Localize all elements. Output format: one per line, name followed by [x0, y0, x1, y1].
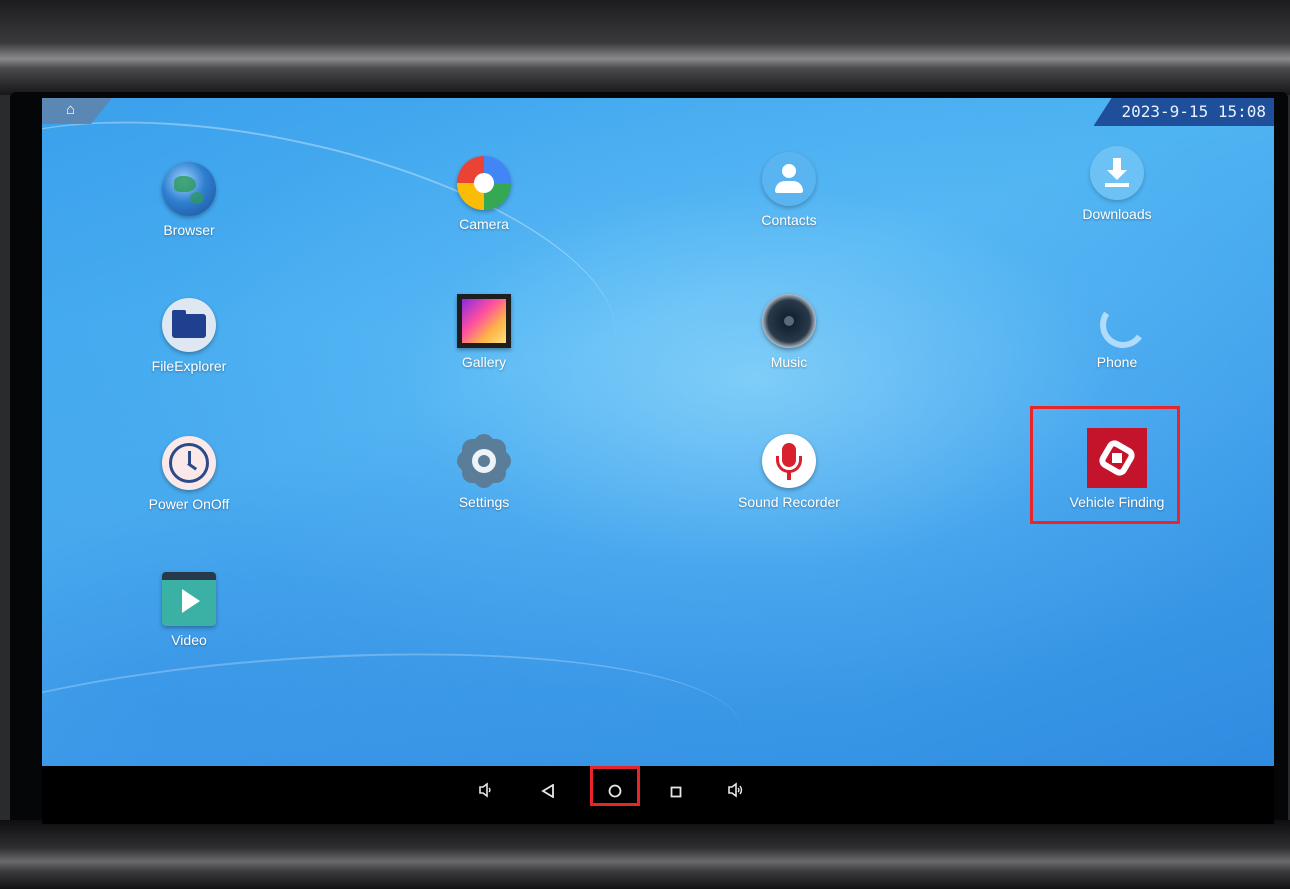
clock-icon: [162, 436, 216, 490]
app-label: Contacts: [761, 212, 817, 228]
app-sound-recorder[interactable]: Sound Recorder: [714, 434, 864, 510]
app-browser[interactable]: Browser: [114, 162, 264, 238]
picture-icon: [457, 294, 511, 348]
home-screen: ⌂ 2023-9-15 15:08 Browser Camera Contact…: [42, 98, 1274, 766]
volume-down-icon[interactable]: [468, 776, 504, 812]
navigation-bar: [42, 766, 1274, 824]
app-label: Phone: [1096, 354, 1138, 370]
play-icon: [162, 572, 216, 626]
status-clock: 2023-9-15 15:08: [1093, 98, 1274, 126]
app-power-onoff[interactable]: Power OnOff: [114, 436, 264, 512]
app-music[interactable]: Music: [714, 294, 864, 370]
app-settings[interactable]: Settings: [409, 429, 559, 510]
app-label: Gallery: [461, 354, 507, 370]
gear-icon: [452, 429, 516, 493]
home-icon: ⌂: [66, 101, 76, 118]
recents-icon[interactable]: [658, 776, 694, 812]
app-contacts[interactable]: Contacts: [714, 152, 864, 228]
highlight-box-home-button: [590, 766, 640, 806]
camera-shutter-icon: [457, 156, 511, 210]
speaker-icon: [762, 294, 816, 348]
app-video[interactable]: Video: [114, 572, 264, 648]
app-label: Video: [171, 632, 207, 648]
app-phone[interactable]: Phone: [1042, 294, 1192, 370]
app-label: Music: [770, 354, 808, 370]
app-camera[interactable]: Camera: [409, 156, 559, 232]
wallpaper-sweep: [42, 98, 642, 470]
contact-person-icon: [762, 152, 816, 206]
volume-up-icon[interactable]: [718, 776, 754, 812]
microphone-icon: [762, 434, 816, 488]
back-icon[interactable]: [530, 776, 566, 812]
app-label: Camera: [459, 216, 509, 232]
app-label: Settings: [458, 494, 510, 510]
app-downloads[interactable]: Downloads: [1042, 146, 1192, 222]
folder-icon: [162, 298, 216, 352]
download-arrow-icon: [1090, 146, 1144, 200]
device-bezel-top: [0, 0, 1290, 95]
app-label: Power OnOff: [148, 496, 230, 512]
phone-handset-icon: [1090, 294, 1150, 352]
highlight-box-vehicle-finding: [1030, 406, 1180, 524]
app-label: Downloads: [1082, 206, 1152, 222]
app-fileexplorer[interactable]: FileExplorer: [114, 298, 264, 374]
globe-icon: [162, 162, 216, 216]
app-gallery[interactable]: Gallery: [409, 294, 559, 370]
device-bezel-bottom: [0, 820, 1290, 889]
app-label: Sound Recorder: [738, 494, 840, 510]
app-label: Browser: [163, 222, 215, 238]
home-tab[interactable]: ⌂: [42, 98, 112, 124]
app-label: FileExplorer: [151, 358, 227, 374]
